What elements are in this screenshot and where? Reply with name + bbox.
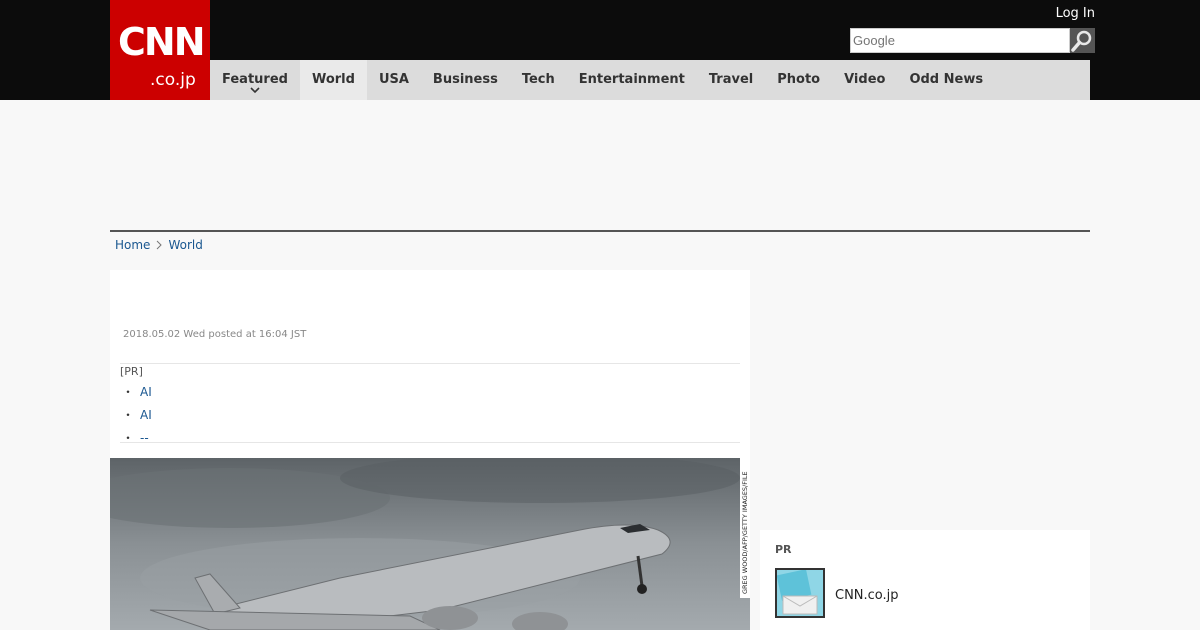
nav-item-label: Odd News xyxy=(909,72,984,87)
nav-item-entertainment[interactable]: Entertainment xyxy=(567,60,697,100)
nav-item-usa[interactable]: USA xyxy=(367,60,421,100)
bullet: ・ xyxy=(122,385,135,399)
sidebar-pr-card: PR CNN.co.jp xyxy=(760,530,1090,630)
logo-wordmark: CNN xyxy=(118,20,206,64)
nav-item-label: Featured xyxy=(222,72,288,87)
nav-item-video[interactable]: Video xyxy=(832,60,897,100)
nav-item-label: World xyxy=(311,72,355,87)
search-icon xyxy=(1071,30,1092,52)
chevron-down-icon xyxy=(250,87,260,94)
nav-item-label: Tech xyxy=(521,72,555,87)
nav-item-world[interactable]: World xyxy=(299,60,367,100)
nav-item-label: Business xyxy=(432,72,498,87)
nav-item-label: USA xyxy=(378,72,409,87)
nav-item-label: Video xyxy=(844,72,886,87)
bullet: ・ xyxy=(122,408,135,422)
bullet: ・ xyxy=(122,431,135,445)
sidebar-item-text[interactable]: CNN.co.jp xyxy=(835,588,899,603)
pr-links-box: [PR] ・ AI ・ AI ・ -- xyxy=(120,363,740,445)
breadcrumb-home[interactable]: Home xyxy=(115,238,150,252)
nav-item-featured[interactable]: Featured xyxy=(210,60,300,100)
list-item: ・ AI xyxy=(122,405,152,428)
section-divider xyxy=(110,230,1090,232)
cnn-logo[interactable]: CNN .co.jp xyxy=(110,0,210,100)
list-item: ・ AI xyxy=(122,382,152,405)
nav-item-odd-news[interactable]: Odd News xyxy=(897,60,995,100)
aircraft-photo xyxy=(110,458,750,630)
search-input[interactable] xyxy=(850,28,1070,53)
list-item: ・ -- xyxy=(122,428,152,451)
logo-domain: .co.jp xyxy=(150,70,196,90)
nav-item-photo[interactable]: Photo xyxy=(765,60,832,100)
nav-item-travel[interactable]: Travel xyxy=(697,60,765,100)
pr-label: [PR] xyxy=(120,365,143,378)
nav-item-label: Travel xyxy=(708,72,754,87)
chevron-right-icon xyxy=(157,240,163,250)
pr-link-list: ・ AI ・ AI ・ -- xyxy=(122,382,152,451)
nav-item-label: Entertainment xyxy=(578,72,685,87)
main-nav: Featured World USA Business Tech Enterta… xyxy=(210,60,1090,100)
photo-credit: GREG WOOD/AFP/GETTY IMAGES/FILE xyxy=(740,458,750,598)
pr-link[interactable]: AI xyxy=(140,385,152,399)
search-button[interactable] xyxy=(1070,28,1095,53)
breadcrumb-world[interactable]: World xyxy=(168,238,202,252)
login-link[interactable]: Log In xyxy=(1056,6,1095,21)
posted-timestamp: 2018.05.02 Wed posted at 16:04 JST xyxy=(123,329,307,340)
nav-item-tech[interactable]: Tech xyxy=(510,60,567,100)
pr-link[interactable]: AI xyxy=(140,408,152,422)
nav-item-business[interactable]: Business xyxy=(421,60,510,100)
breadcrumb: Home World xyxy=(115,238,203,252)
nav-item-label: Photo xyxy=(777,72,821,87)
pr-link[interactable]: -- xyxy=(140,431,149,445)
photo-credit-text: GREG WOOD/AFP/GETTY IMAGES/FILE xyxy=(741,471,749,594)
sidebar-thumbnail[interactable] xyxy=(775,568,825,618)
sidebar-pr-label: PR xyxy=(775,543,792,556)
article-hero-image: GREG WOOD/AFP/GETTY IMAGES/FILE xyxy=(110,458,750,630)
mail-icon xyxy=(777,570,823,616)
